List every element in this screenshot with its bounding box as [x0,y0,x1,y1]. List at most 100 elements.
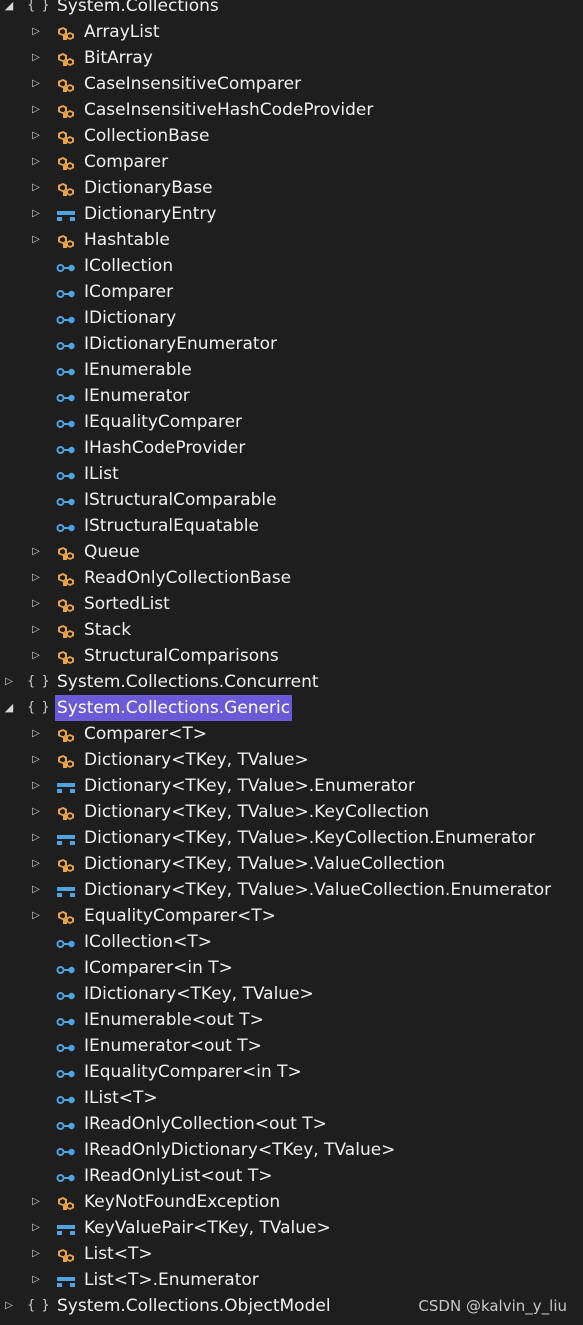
node-label: CaseInsensitiveHashCodeProvider [84,100,374,120]
type-node[interactable]: IEnumerable<out T> [0,1007,583,1033]
expand-arrow-icon[interactable]: ▷ [30,565,42,591]
class-icon [55,50,75,66]
expand-arrow-icon[interactable]: ▷ [30,877,42,903]
expand-arrow-icon[interactable]: ▷ [30,175,42,201]
collapse-arrow-icon[interactable]: ◢ [3,695,15,721]
type-node[interactable]: ▷ Comparer<T> [0,721,583,747]
type-node[interactable]: IEqualityComparer<in T> [0,1059,583,1085]
interface-icon [55,1168,75,1184]
node-label: IDictionary [84,308,177,328]
type-node[interactable]: ▷ Queue [0,539,583,565]
interface-icon [55,414,75,430]
expand-arrow-icon[interactable]: ▷ [30,1189,42,1215]
type-node[interactable]: IDictionary [0,305,583,331]
node-label: Queue [84,542,140,562]
class-icon [55,1194,75,1210]
expand-arrow-icon[interactable]: ▷ [30,1267,42,1293]
namespace-icon: { } [27,1298,51,1313]
type-node[interactable]: ▷ CaseInsensitiveHashCodeProvider [0,97,583,123]
node-label: IComparer [84,282,174,302]
type-node[interactable]: ▷ BitArray [0,45,583,71]
type-node[interactable]: ▷ Dictionary<TKey, TValue>.KeyCollection.… [0,825,583,851]
expand-arrow-icon[interactable]: ▷ [30,747,42,773]
type-node[interactable]: IComparer<in T> [0,955,583,981]
type-node[interactable]: ▷ Dictionary<TKey, TValue> [0,747,583,773]
expand-arrow-icon[interactable]: ▷ [30,799,42,825]
expand-arrow-icon[interactable]: ▷ [30,201,42,227]
type-node[interactable]: IEnumerable [0,357,583,383]
expand-arrow-icon[interactable]: ▷ [30,903,42,929]
type-node[interactable]: ▷ List<T> [0,1241,583,1267]
expand-arrow-icon[interactable]: ▷ [30,643,42,669]
type-node[interactable]: ▷ Dictionary<TKey, TValue>.ValueCollectio… [0,851,583,877]
expand-arrow-icon[interactable]: ▷ [30,97,42,123]
type-node[interactable]: ▷ CaseInsensitiveComparer [0,71,583,97]
type-node[interactable]: ▷ ReadOnlyCollectionBase [0,565,583,591]
node-label: DictionaryEntry [84,204,217,224]
expand-arrow-icon[interactable]: ▷ [30,1215,42,1241]
type-node[interactable]: IReadOnlyList<out T> [0,1163,583,1189]
type-node[interactable]: IReadOnlyCollection<out T> [0,1111,583,1137]
type-node[interactable]: IComparer [0,279,583,305]
expand-arrow-icon[interactable]: ▷ [3,669,15,695]
expand-arrow-icon[interactable]: ▷ [30,123,42,149]
expand-arrow-icon[interactable]: ▷ [3,1293,15,1319]
node-label: Dictionary<TKey, TValue>.KeyCollection.E… [84,828,536,848]
type-node[interactable]: ▷ Dictionary<TKey, TValue>.ValueCollectio… [0,877,583,903]
expand-arrow-icon[interactable]: ▷ [30,45,42,71]
expand-arrow-icon[interactable]: ▷ [30,591,42,617]
struct-icon [55,882,75,898]
type-node[interactable]: ▷ KeyValuePair<TKey, TValue> [0,1215,583,1241]
expand-arrow-icon[interactable]: ▷ [30,825,42,851]
type-node[interactable]: ▷ DictionaryBase [0,175,583,201]
namespace-node[interactable]: ◢ { } System.Collections [0,0,583,19]
node-label: ArrayList [84,22,160,42]
type-node[interactable]: ▷ Stack [0,617,583,643]
expand-arrow-icon[interactable]: ▷ [30,773,42,799]
type-node[interactable]: ▷ Dictionary<TKey, TValue>.KeyCollection [0,799,583,825]
interface-icon [55,1064,75,1080]
expand-arrow-icon[interactable]: ▷ [30,1241,42,1267]
type-node[interactable]: ▷ Hashtable [0,227,583,253]
expand-arrow-icon[interactable]: ▷ [30,71,42,97]
class-icon [55,804,75,820]
type-node[interactable]: ▷ KeyNotFoundException [0,1189,583,1215]
type-node[interactable]: ▷ ArrayList [0,19,583,45]
class-icon [55,102,75,118]
expand-arrow-icon[interactable]: ▷ [30,851,42,877]
expand-arrow-icon[interactable]: ▷ [30,721,42,747]
type-node[interactable]: ICollection [0,253,583,279]
node-label: IReadOnlyCollection<out T> [84,1114,327,1134]
type-node[interactable]: ▷ SortedList [0,591,583,617]
expand-arrow-icon[interactable]: ▷ [30,149,42,175]
type-node[interactable]: IEqualityComparer [0,409,583,435]
type-node[interactable]: IStructuralComparable [0,487,583,513]
expand-arrow-icon[interactable]: ▷ [30,539,42,565]
type-node[interactable]: IEnumerator [0,383,583,409]
namespace-node[interactable]: ◢ { } System.Collections.Generic [0,695,583,721]
collapse-arrow-icon[interactable]: ◢ [3,0,15,19]
type-node[interactable]: IDictionary<TKey, TValue> [0,981,583,1007]
type-node[interactable]: IList [0,461,583,487]
node-label: StructuralComparisons [84,646,279,666]
expand-arrow-icon[interactable]: ▷ [30,617,42,643]
type-node[interactable]: IDictionaryEnumerator [0,331,583,357]
node-label: IEqualityComparer<in T> [84,1062,302,1082]
expand-arrow-icon[interactable]: ▷ [30,227,42,253]
namespace-node[interactable]: ▷ { } System.Collections.Concurrent [0,669,583,695]
node-label: Dictionary<TKey, TValue>.ValueCollection [84,854,445,874]
type-node[interactable]: ▷ Comparer [0,149,583,175]
type-node[interactable]: ▷ DictionaryEntry [0,201,583,227]
expand-arrow-icon[interactable]: ▷ [30,19,42,45]
type-node[interactable]: ICollection<T> [0,929,583,955]
type-node[interactable]: ▷ Dictionary<TKey, TValue>.Enumerator [0,773,583,799]
type-node[interactable]: ▷ EqualityComparer<T> [0,903,583,929]
type-node[interactable]: IEnumerator<out T> [0,1033,583,1059]
type-node[interactable]: IList<T> [0,1085,583,1111]
type-node[interactable]: ▷ List<T>.Enumerator [0,1267,583,1293]
type-node[interactable]: IStructuralEquatable [0,513,583,539]
type-node[interactable]: IReadOnlyDictionary<TKey, TValue> [0,1137,583,1163]
type-node[interactable]: ▷ StructuralComparisons [0,643,583,669]
type-node[interactable]: ▷ CollectionBase [0,123,583,149]
type-node[interactable]: IHashCodeProvider [0,435,583,461]
